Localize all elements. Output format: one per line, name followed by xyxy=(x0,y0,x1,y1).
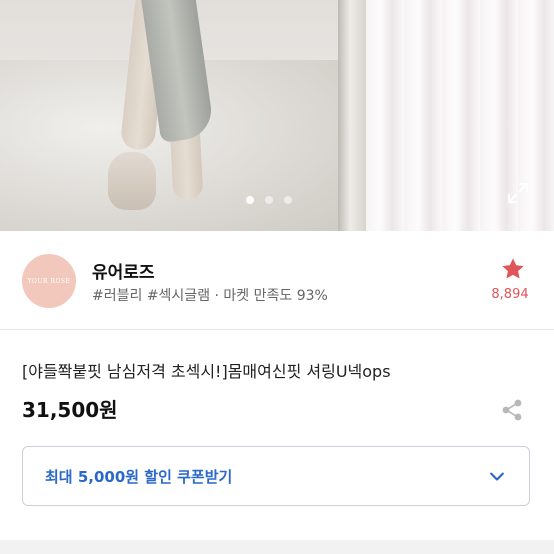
expand-icon[interactable] xyxy=(506,181,530,205)
section-divider xyxy=(0,329,554,330)
shop-logo[interactable]: YOUR ROSE xyxy=(22,254,76,308)
gallery-dot[interactable] xyxy=(265,196,273,204)
photo-shoe xyxy=(108,152,156,210)
product-price: 31,500원 xyxy=(22,398,118,422)
favorite-count: 8,894 xyxy=(491,287,529,302)
coupon-button[interactable]: 최대 5,000원 할인 쿠폰받기 xyxy=(22,446,530,506)
product-title: [야들쫙붙핏 남심저격 초섹시!]몸매여신핏 셔링U넥ops xyxy=(22,362,391,381)
shop-tags: #러블리 #섹시글램 · 마켓 만족도 93% xyxy=(92,288,328,304)
chevron-down-icon xyxy=(490,472,504,481)
photo-door-frame xyxy=(338,0,368,231)
gallery-dot[interactable] xyxy=(284,196,292,204)
shop-info[interactable]: YOUR ROSE 유어로즈 #러블리 #섹시글램 · 마켓 만족도 93% 8… xyxy=(0,231,554,329)
share-icon[interactable] xyxy=(500,398,524,422)
product-page: YOUR ROSE 유어로즈 #러블리 #섹시글램 · 마켓 만족도 93% 8… xyxy=(0,0,554,554)
coupon-label: 최대 5,000원 할인 쿠폰받기 xyxy=(45,468,233,486)
shop-logo-text: YOUR ROSE xyxy=(27,277,71,285)
star-icon[interactable] xyxy=(500,256,526,282)
section-separator xyxy=(0,540,554,554)
product-image-gallery[interactable] xyxy=(0,0,554,231)
shop-name[interactable]: 유어로즈 xyxy=(92,258,155,283)
gallery-dot[interactable] xyxy=(246,196,254,204)
gallery-pagination xyxy=(246,196,292,204)
